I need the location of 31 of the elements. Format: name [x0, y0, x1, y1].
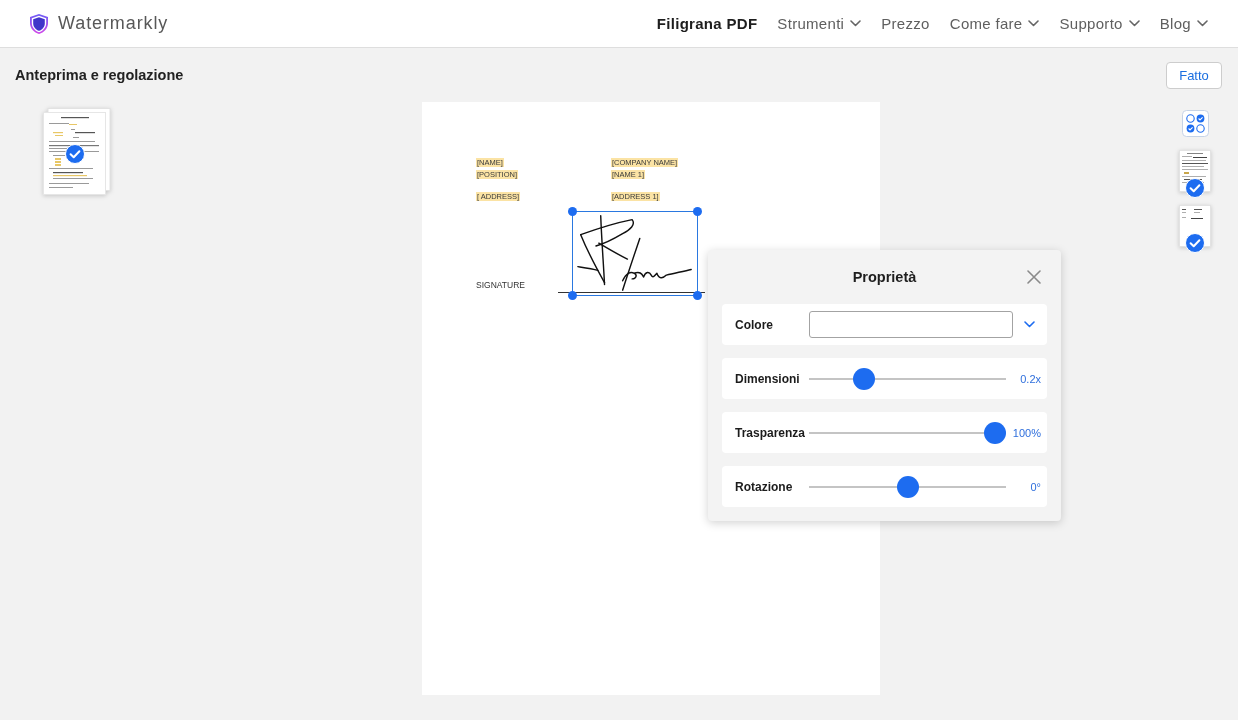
document-thumbnail[interactable]	[43, 108, 111, 196]
nav-link[interactable]: Filigrana PDF	[656, 15, 758, 32]
chevron-down-icon[interactable]	[1024, 321, 1035, 328]
slider-thumb[interactable]	[984, 421, 1006, 444]
page-title: Anteprima e regolazione	[15, 67, 184, 83]
close-icon[interactable]	[1027, 269, 1041, 284]
nav-link[interactable]: Prezzo	[881, 15, 930, 32]
slider-value: 100%	[1012, 426, 1041, 439]
done-button[interactable]: Fatto	[1166, 61, 1222, 89]
circle-grid-icon[interactable]	[1181, 110, 1209, 137]
slider-thumb[interactable]	[852, 367, 875, 390]
resize-handle[interactable]	[693, 291, 702, 300]
resize-handle[interactable]	[693, 207, 702, 216]
slider-thumb[interactable]	[896, 475, 919, 498]
nav-link[interactable]: Strumenti	[777, 15, 862, 32]
nav-link[interactable]: Blog	[1159, 15, 1208, 32]
resize-handle[interactable]	[568, 291, 577, 300]
slider-value: 0°	[1030, 480, 1041, 493]
slider-value: 0.2x	[1020, 372, 1041, 385]
nav-link[interactable]: Supporto	[1059, 15, 1140, 32]
signature-label: SIGNATURE	[476, 280, 526, 290]
property-label: Rotazione	[735, 479, 794, 494]
property-label: Dimensioni	[735, 371, 801, 386]
brand-name[interactable]: Watermarkly	[58, 13, 169, 34]
resize-handle[interactable]	[568, 207, 577, 216]
property-label: Colore	[735, 317, 774, 332]
property-label: Trasparenza	[735, 425, 807, 440]
nav-link[interactable]: Come fare	[949, 15, 1040, 32]
shield-logo-icon	[30, 13, 48, 34]
panel-title: Proprietà	[852, 267, 917, 285]
color-field[interactable]	[809, 311, 1013, 338]
